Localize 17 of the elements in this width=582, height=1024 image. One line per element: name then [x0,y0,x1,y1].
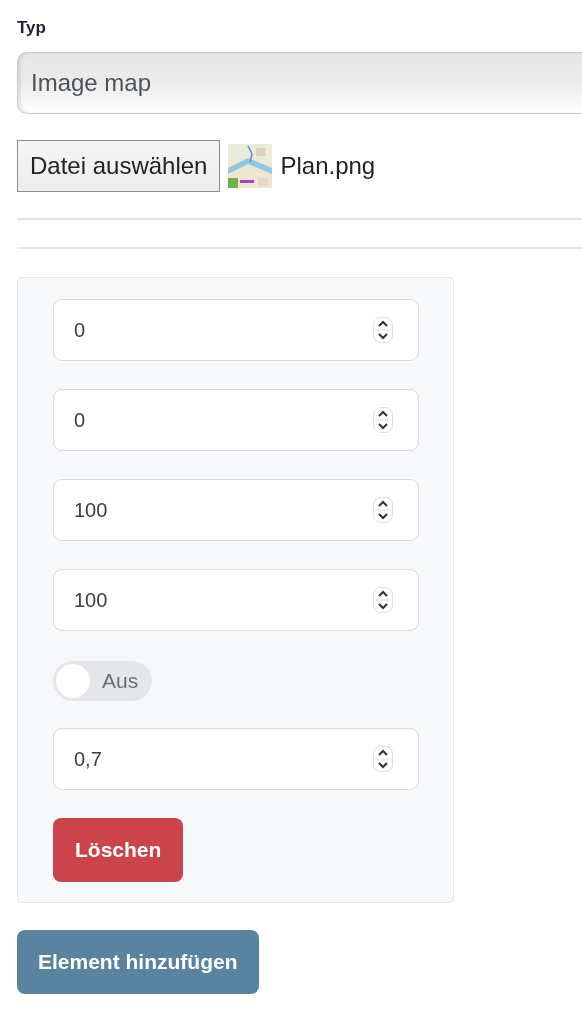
number-field[interactable]: 0 [53,299,419,361]
spinner-icon [373,746,393,772]
spinner-icon [373,407,393,433]
select-field[interactable]: Image map [17,52,582,114]
delete-button[interactable]: Löschen [53,818,184,882]
spinner-icon [373,317,393,343]
choose-file-button[interactable]: Datei auswählen [17,140,221,192]
toggle-switch[interactable]: Aus [53,661,153,701]
number-field[interactable]: 0 [53,389,419,451]
number-field[interactable]: 100 [53,479,419,541]
field-label: Typ [17,18,46,38]
spinner-icon [373,497,393,523]
number-field[interactable]: 0,7 [53,728,419,790]
number-field[interactable]: 100 [53,569,419,631]
spinner-icon [373,587,393,613]
add-element-button[interactable]: Element hinzufügen [17,930,259,994]
file-name: Plan.png [280,152,376,180]
